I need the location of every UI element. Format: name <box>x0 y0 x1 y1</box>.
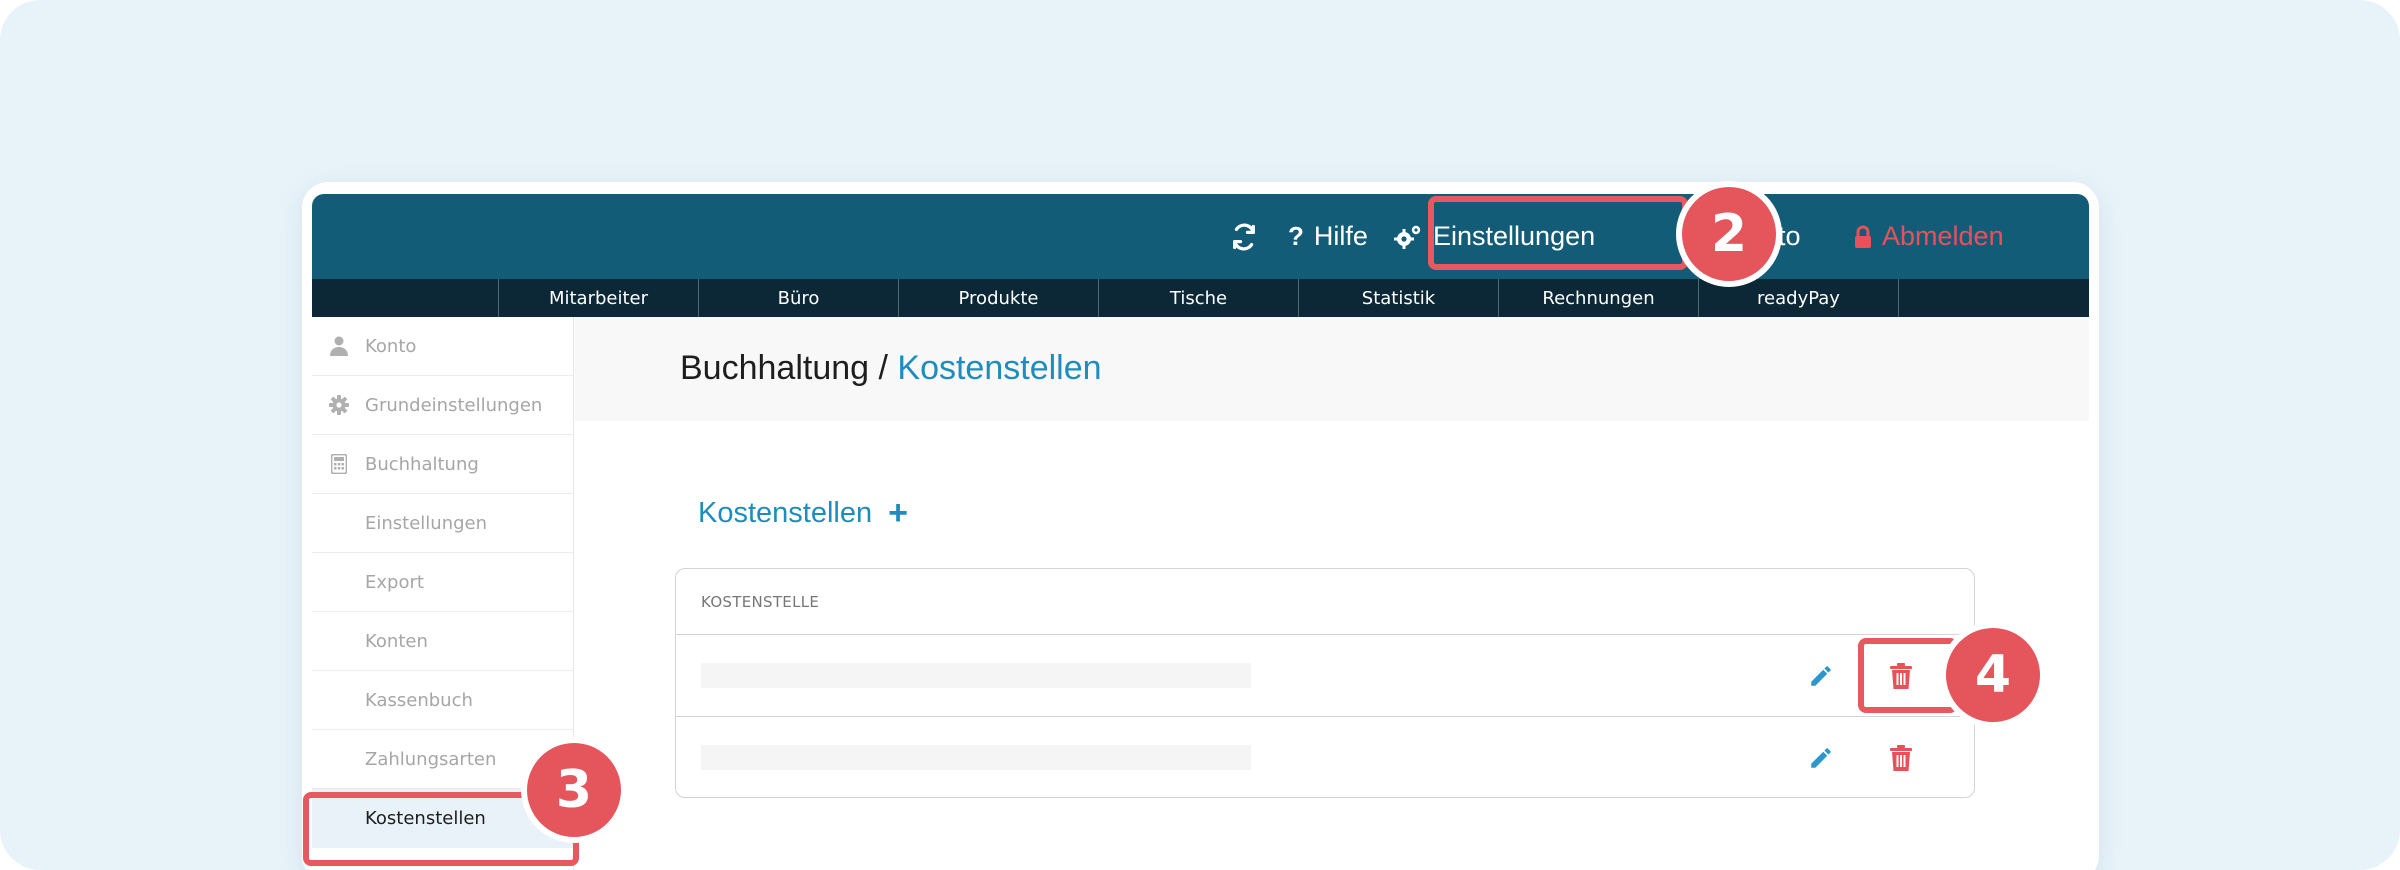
sidebar-item-label: Buchhaltung <box>365 453 479 475</box>
subnav-item-mitarbeiter[interactable]: Mitarbeiter <box>498 279 698 317</box>
table-header: KOSTENSTELLE <box>676 569 1974 635</box>
refresh-button[interactable] <box>1230 194 1268 279</box>
gears-icon <box>1393 223 1423 251</box>
page-title: Buchhaltung / Kostenstellen <box>680 349 1102 388</box>
breadcrumb-parent: Buchhaltung <box>680 349 870 387</box>
sidebar-item-buchhaltung[interactable]: Buchhaltung <box>312 435 574 494</box>
calculator-icon <box>329 454 349 474</box>
section-title: Kostenstellen + <box>698 496 908 530</box>
section-title-label: Kostenstellen <box>698 496 873 529</box>
delete-button[interactable] <box>1886 743 1916 773</box>
subnav-item-produkte[interactable]: Produkte <box>898 279 1098 317</box>
question-icon: ? <box>1288 221 1304 251</box>
subnav-item-buero[interactable]: Büro <box>698 279 898 317</box>
logout-link[interactable]: Abmelden <box>1854 194 2004 279</box>
help-label: Hilfe <box>1313 221 1368 251</box>
row-value-placeholder <box>701 663 1251 688</box>
user-icon <box>329 336 349 356</box>
subnav-item-tische[interactable]: Tische <box>1098 279 1298 317</box>
trash-icon <box>1890 745 1912 771</box>
refresh-icon <box>1230 223 1258 251</box>
row-value-placeholder <box>701 745 1251 770</box>
pencil-icon <box>1811 666 1831 686</box>
add-cost-center-button[interactable]: + <box>888 496 908 530</box>
step-badge-2: 2 <box>1676 181 1782 287</box>
highlight-settings <box>1428 196 1688 270</box>
sidebar-item-label: Konten <box>365 630 428 652</box>
logout-label: Abmelden <box>1882 221 2004 251</box>
sub-navigation: Mitarbeiter Büro Produkte Tische Statist… <box>312 279 2089 317</box>
page-header: Buchhaltung / Kostenstellen <box>575 317 2089 421</box>
edit-button[interactable] <box>1806 743 1836 773</box>
gear-icon <box>329 395 349 415</box>
sidebar-item-label: Zahlungsarten <box>365 748 497 770</box>
sidebar-item-label: Einstellungen <box>365 512 488 534</box>
breadcrumb-current: Kostenstellen <box>897 349 1102 387</box>
lock-icon <box>1854 225 1872 249</box>
subnav-divider <box>1898 279 1899 317</box>
sidebar-item-label: Konto <box>365 335 417 357</box>
help-link[interactable]: ? Hilfe <box>1288 194 1368 279</box>
cost-center-table: KOSTENSTELLE <box>675 568 1975 798</box>
sidebar-item-grundeinstellungen[interactable]: Grundeinstellungen <box>312 376 574 435</box>
sidebar-item-einstellungen[interactable]: Einstellungen <box>312 494 574 553</box>
table-row <box>676 716 1974 797</box>
breadcrumb-separator: / <box>869 349 898 387</box>
pencil-icon <box>1811 748 1831 768</box>
subnav-item-statistik[interactable]: Statistik <box>1298 279 1498 317</box>
sidebar-item-kassenbuch[interactable]: Kassenbuch <box>312 671 574 730</box>
sidebar-item-label: Grundeinstellungen <box>365 394 543 416</box>
sidebar-item-label: Export <box>365 571 424 593</box>
table-row <box>676 635 1974 716</box>
edit-button[interactable] <box>1806 661 1836 691</box>
step-badge-3: 3 <box>521 737 627 843</box>
sidebar-item-export[interactable]: Export <box>312 553 574 612</box>
subnav-item-rechnungen[interactable]: Rechnungen <box>1498 279 1698 317</box>
top-bar: ? Hilfe Einstellungen to Abmelden <box>312 194 2089 279</box>
step-badge-4: 4 <box>1940 622 2046 728</box>
sidebar-item-konten[interactable]: Konten <box>312 612 574 671</box>
sidebar-item-label: Kassenbuch <box>365 689 473 711</box>
sidebar-item-konto[interactable]: Konto <box>312 317 574 376</box>
